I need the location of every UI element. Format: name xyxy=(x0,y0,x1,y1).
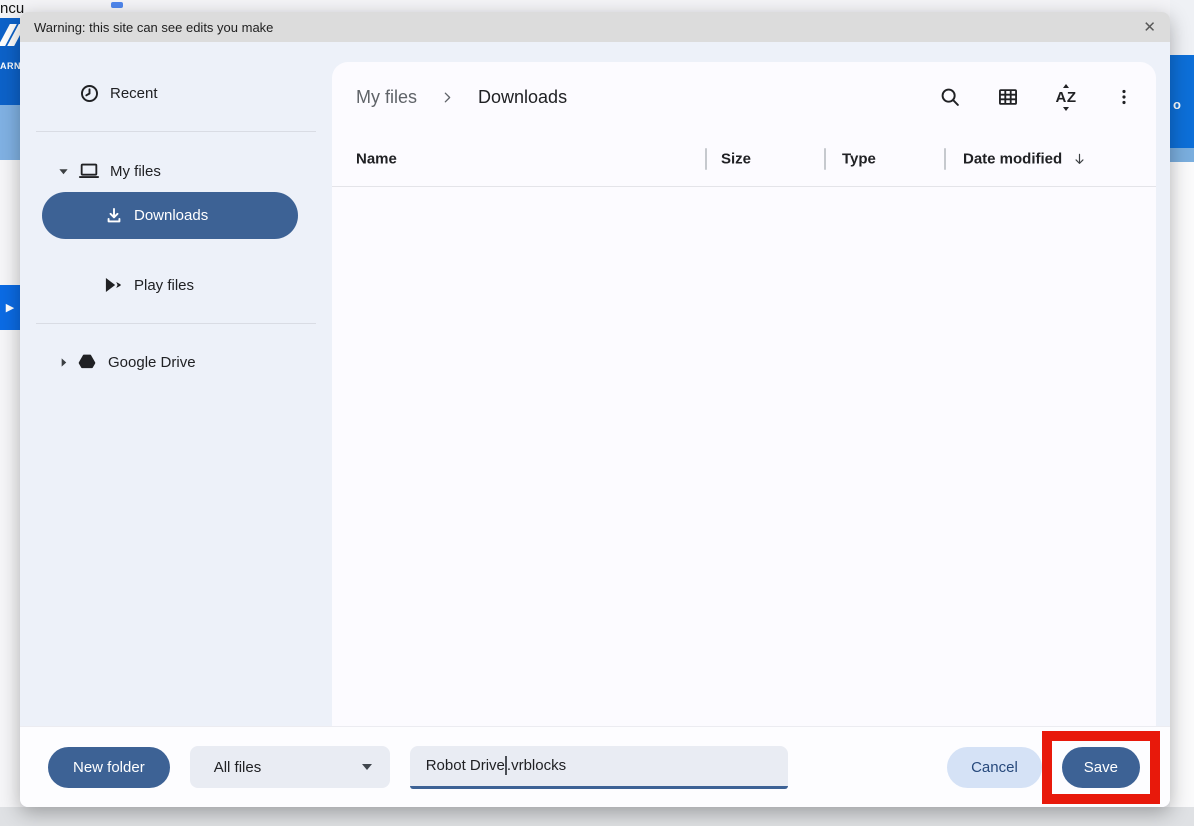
file-save-dialog: Warning: this site can see edits you mak… xyxy=(20,12,1170,807)
column-divider xyxy=(944,148,946,170)
column-header-type[interactable]: Type xyxy=(842,151,876,168)
sidebar-item-label: My files xyxy=(110,163,161,180)
sort-up-arrow-icon xyxy=(1063,84,1069,88)
sort-az-icon[interactable]: AZ xyxy=(1054,85,1078,109)
column-header-name[interactable]: Name xyxy=(356,151,397,168)
chevron-down-icon[interactable] xyxy=(56,164,70,178)
column-divider xyxy=(705,148,707,170)
new-folder-button[interactable]: New folder xyxy=(48,747,170,788)
sidebar-item-downloads[interactable]: Downloads xyxy=(42,192,298,239)
column-header-size[interactable]: Size xyxy=(721,151,751,168)
background-left-header: ARN xyxy=(0,18,20,105)
breadcrumb-current: Downloads xyxy=(478,87,567,108)
background-right-body xyxy=(1170,162,1194,807)
sidebar-item-my-files[interactable]: My files xyxy=(56,156,332,186)
background-blue-fragment xyxy=(111,2,123,8)
sidebar-divider xyxy=(36,323,316,324)
sort-descending-arrow-icon xyxy=(1072,152,1087,167)
toolbar: AZ xyxy=(938,85,1136,109)
background-expand-tab[interactable]: ▶ xyxy=(0,285,20,330)
background-partial-text-right: o xyxy=(1173,97,1181,112)
sidebar: Recent My files Downloads xyxy=(20,42,332,726)
cancel-button[interactable]: Cancel xyxy=(947,747,1042,788)
filename-extension: .vrblocks xyxy=(507,757,566,774)
play-store-icon xyxy=(102,274,124,296)
dropdown-caret-icon xyxy=(362,764,372,770)
sidebar-item-label: Google Drive xyxy=(108,354,196,371)
sidebar-item-label: Downloads xyxy=(134,207,208,224)
filename-input[interactable]: Robot Drive .vrblocks xyxy=(410,746,788,789)
file-type-value: All files xyxy=(214,759,262,776)
column-header-label: Date modified xyxy=(963,151,1062,168)
download-icon xyxy=(103,205,125,227)
more-menu-icon[interactable] xyxy=(1112,85,1136,109)
save-button[interactable]: Save xyxy=(1062,747,1140,788)
file-browser-panel: My files Downloads AZ xyxy=(332,62,1156,726)
play-arrow-icon: ▶ xyxy=(6,301,14,314)
sidebar-item-google-drive[interactable]: Google Drive xyxy=(56,347,332,377)
grid-view-icon[interactable] xyxy=(996,85,1020,109)
background-right-top xyxy=(1170,0,1194,55)
sidebar-item-label: Recent xyxy=(110,85,158,102)
dialog-body: Recent My files Downloads xyxy=(20,42,1170,726)
sort-down-arrow-icon xyxy=(1063,107,1069,111)
clock-icon xyxy=(78,82,100,104)
warning-banner: Warning: this site can see edits you mak… xyxy=(20,12,1170,42)
column-divider xyxy=(824,148,826,170)
screen: ncu ARN ▶ o Warning: this site can see e… xyxy=(0,0,1194,826)
dialog-footer: New folder All files Robot Drive .vrbloc… xyxy=(20,726,1170,807)
chevron-right-icon xyxy=(441,91,454,104)
background-bottom-strip xyxy=(0,807,1194,826)
sidebar-item-play-files[interactable]: Play files xyxy=(102,270,332,300)
save-button-highlight-annotation: Save xyxy=(1042,731,1160,804)
column-header-row: Name Size Type Date modified xyxy=(332,132,1156,187)
sidebar-divider xyxy=(36,131,316,132)
breadcrumb: My files Downloads AZ xyxy=(332,62,1156,132)
cancel-label: Cancel xyxy=(971,759,1018,776)
background-right-subheader xyxy=(1170,148,1194,162)
warning-text: Warning: this site can see edits you mak… xyxy=(34,20,273,35)
filename-text: Robot Drive xyxy=(426,757,505,774)
background-logo-text: ARN xyxy=(0,61,20,71)
laptop-icon xyxy=(78,160,100,182)
background-left-subheader xyxy=(0,105,20,160)
chevron-right-icon[interactable] xyxy=(56,355,70,369)
close-icon[interactable]: ✕ xyxy=(1143,20,1156,35)
file-type-select[interactable]: All files xyxy=(190,746,390,788)
new-folder-label: New folder xyxy=(73,759,145,776)
save-label: Save xyxy=(1084,759,1118,776)
sidebar-item-recent[interactable]: Recent xyxy=(78,78,332,108)
google-drive-icon xyxy=(76,351,98,373)
background-right-header: o xyxy=(1170,55,1194,148)
sort-az-letters: AZ xyxy=(1056,90,1077,105)
breadcrumb-parent[interactable]: My files xyxy=(356,87,417,108)
background-left-body xyxy=(0,160,20,807)
sidebar-item-label: Play files xyxy=(134,277,194,294)
column-header-date-modified[interactable]: Date modified xyxy=(963,151,1087,168)
file-list-empty[interactable] xyxy=(332,187,1156,726)
search-icon[interactable] xyxy=(938,85,962,109)
